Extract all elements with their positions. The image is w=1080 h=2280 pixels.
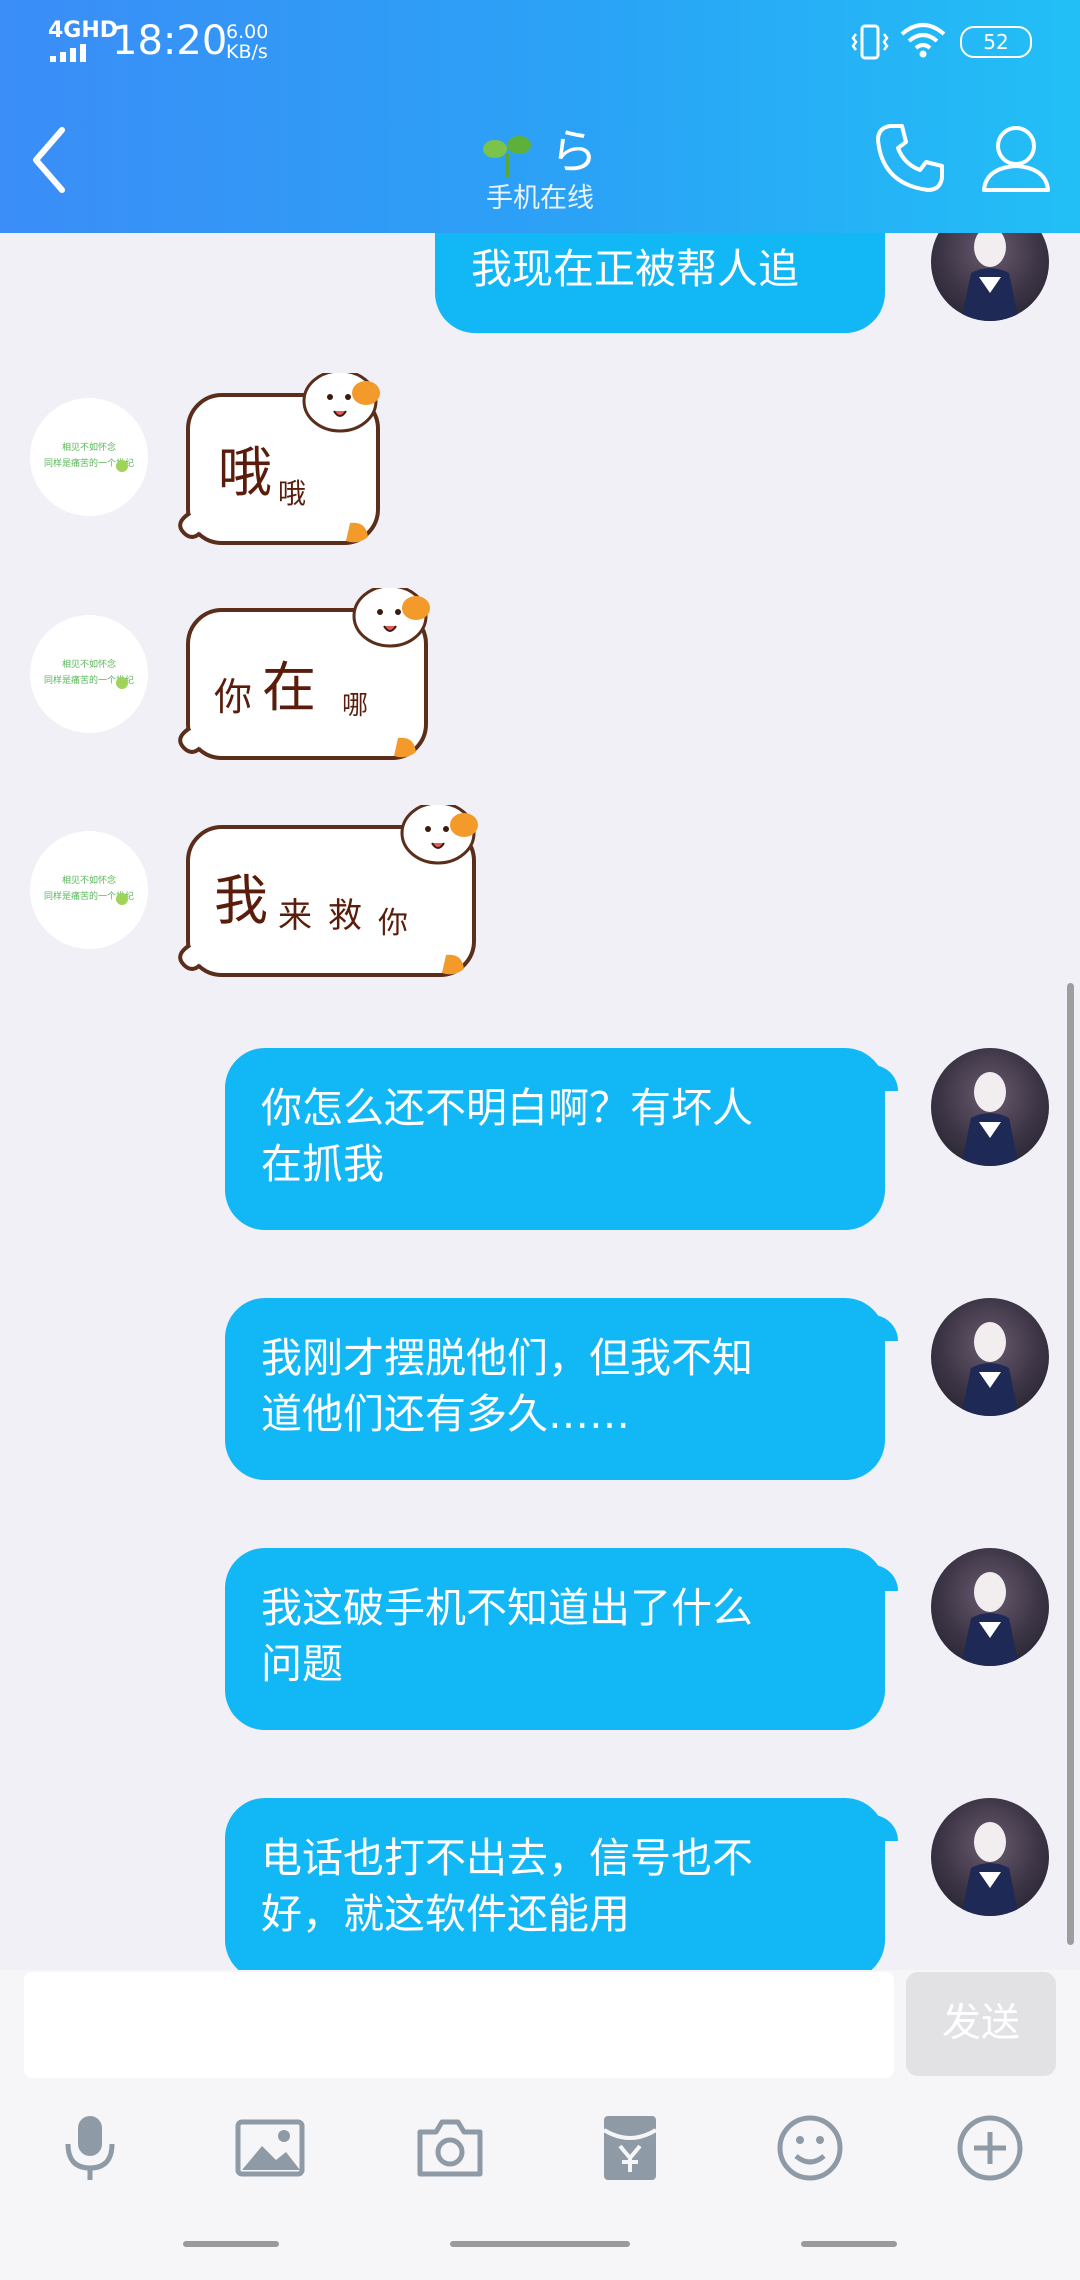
message-line: 问题 — [261, 1640, 343, 1688]
sticker-char: 哦 — [218, 441, 272, 504]
camera-icon[interactable] — [414, 2112, 486, 2184]
chat-header: 4GHD 18:20 6.00 KB/s 52 ら 手机在线 — [0, 0, 1080, 233]
plus-icon[interactable] — [954, 2112, 1026, 2184]
avatar-photo — [961, 1322, 1019, 1416]
avatar-photo — [961, 233, 1019, 321]
message-bubble-outgoing[interactable]: 我刚才摆脱他们，但我不知 道他们还有多久…… — [225, 1298, 885, 1480]
avatar-image: 相见不如怀念 同样是痛苦的一个世纪 — [44, 441, 134, 472]
message-line: 我这破手机不知道出了什么 — [261, 1584, 753, 1632]
message-list[interactable]: 我现在正被帮人追 相见不如怀念 同样是痛苦的一个世纪 哦 哦 相见不如怀念 同样… — [0, 233, 1080, 1970]
profile-icon[interactable] — [976, 118, 1056, 198]
sticker-char: 来 — [278, 896, 312, 936]
speed-unit: KB/s — [226, 41, 268, 63]
message-line: 你怎么还不明白啊？有坏人 — [261, 1084, 753, 1132]
nav-home-bar[interactable] — [450, 2241, 630, 2247]
sticker-char: 救 — [328, 896, 362, 936]
my-avatar[interactable] — [931, 1798, 1049, 1916]
my-avatar[interactable] — [931, 1048, 1049, 1166]
bubble-tail — [872, 1315, 898, 1341]
message-line: 我刚才摆脱他们，但我不知 — [261, 1334, 753, 1382]
speed-value: 6.00 — [226, 21, 269, 43]
sticker-char: 在 — [262, 656, 316, 719]
bubble-tail — [872, 1815, 898, 1841]
message-bubble-outgoing[interactable]: 我这破手机不知道出了什么 问题 — [225, 1548, 885, 1730]
bubble-tail — [872, 1565, 898, 1591]
message-line: 在抓我 — [261, 1140, 384, 1188]
clock: 18:20 — [112, 18, 228, 64]
avatar-line-1: 相见不如怀念 — [62, 874, 116, 886]
message-text: 我现在正被帮人追 — [471, 245, 799, 293]
avatar-image: 相见不如怀念 同样是痛苦的一个世纪 — [44, 874, 134, 905]
my-avatar[interactable] — [931, 233, 1049, 321]
network-type: 4GHD — [48, 18, 119, 43]
my-avatar[interactable] — [931, 1548, 1049, 1666]
hamster-sticker: 你 在 哪 — [178, 584, 430, 760]
message-bubble-outgoing[interactable]: 电话也打不出去，信号也不 好，就这软件还能用 — [225, 1798, 885, 1970]
network-speed: 6.00 KB/s — [226, 22, 268, 62]
red-packet-icon[interactable] — [594, 2112, 666, 2184]
bubble-tail — [872, 1065, 898, 1091]
scrollbar[interactable] — [1067, 983, 1074, 1945]
hamster-sticker: 哦 哦 — [178, 369, 380, 545]
phone-icon[interactable] — [870, 118, 950, 198]
sticker-message[interactable]: 我 来 救 你 — [170, 801, 488, 985]
sprout-icon — [482, 136, 531, 177]
sticker-char: 你 — [378, 906, 408, 941]
message-bubble-outgoing[interactable]: 你怎么还不明白啊？有坏人 在抓我 — [225, 1048, 885, 1230]
sticker-char: 哪 — [342, 691, 368, 721]
microphone-icon[interactable] — [54, 2112, 126, 2184]
send-button[interactable]: 发送 — [906, 1972, 1056, 2076]
contact-avatar[interactable]: 相见不如怀念 同样是痛苦的一个世纪 — [30, 615, 148, 733]
sticker-message[interactable]: 哦 哦 — [170, 369, 390, 553]
message-bubble-outgoing[interactable]: 我现在正被帮人追 — [435, 233, 885, 333]
vibrate-icon — [851, 24, 889, 60]
sticker-char: 哦 — [278, 477, 306, 510]
avatar-photo — [961, 1072, 1019, 1166]
nav-back-bar[interactable] — [801, 2241, 897, 2247]
message-line: 道他们还有多久…… — [261, 1390, 630, 1438]
image-icon[interactable] — [234, 2112, 306, 2184]
avatar-photo — [961, 1822, 1019, 1916]
avatar-photo — [961, 1572, 1019, 1666]
battery-indicator: 52 — [960, 26, 1032, 58]
message-line: 好，就这软件还能用 — [261, 1890, 630, 1938]
message-line: 电话也打不出去，信号也不 — [261, 1834, 753, 1882]
avatar-line-1: 相见不如怀念 — [62, 658, 116, 670]
contact-avatar[interactable]: 相见不如怀念 同样是痛苦的一个世纪 — [30, 831, 148, 949]
avatar-image: 相见不如怀念 同样是痛苦的一个世纪 — [44, 658, 134, 689]
sticker-char: 你 — [214, 675, 252, 719]
contact-avatar[interactable]: 相见不如怀念 同样是痛苦的一个世纪 — [30, 398, 148, 516]
status-bar: 4GHD 18:20 6.00 KB/s 52 — [0, 0, 1080, 82]
wifi-icon — [900, 23, 946, 58]
sticker-char: 我 — [214, 869, 268, 932]
signal-icon — [50, 44, 86, 62]
contact-name: ら — [549, 124, 598, 180]
emoji-icon[interactable] — [774, 2112, 846, 2184]
sticker-message[interactable]: 你 在 哪 — [170, 584, 440, 768]
avatar-line-1: 相见不如怀念 — [62, 441, 116, 453]
my-avatar[interactable] — [931, 1298, 1049, 1416]
nav-recent-bar[interactable] — [183, 2241, 279, 2247]
message-input[interactable] — [24, 1972, 894, 2078]
hamster-sticker: 我 来 救 你 — [178, 801, 478, 977]
